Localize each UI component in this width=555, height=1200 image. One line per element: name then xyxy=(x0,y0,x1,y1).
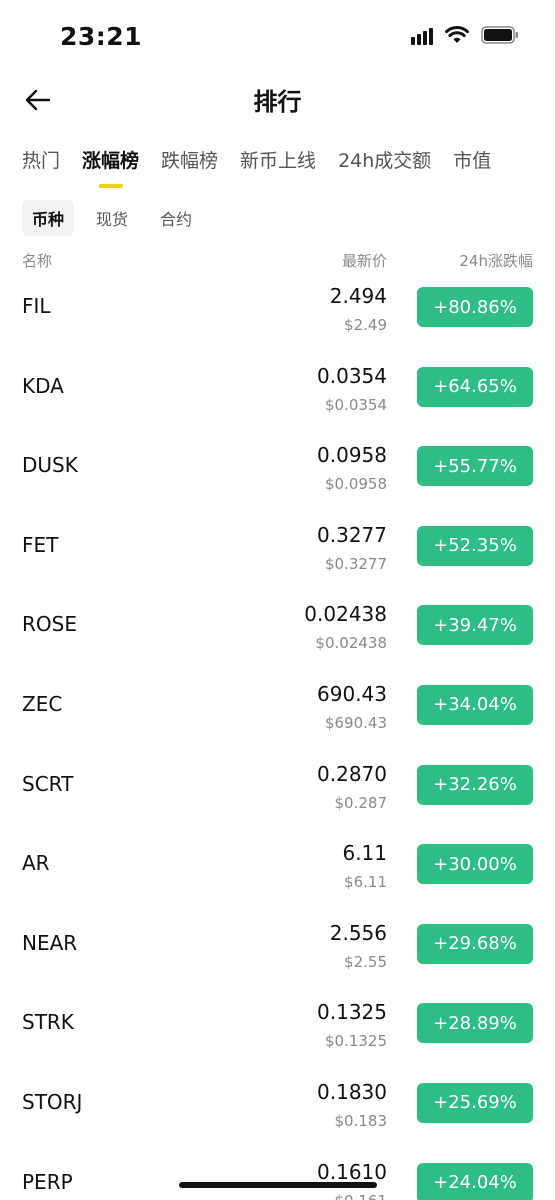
tab-gainers[interactable]: 涨幅榜 xyxy=(82,146,139,198)
last-price: 0.0958 xyxy=(317,443,387,468)
coin-symbol: STRK xyxy=(22,1010,74,1035)
price-usd: $0.3277 xyxy=(324,554,387,573)
last-price: 0.2870 xyxy=(317,761,387,786)
coin-symbol: FET xyxy=(22,532,59,557)
tab-24h-volume[interactable]: 24h成交额 xyxy=(338,146,431,198)
coin-symbol: AR xyxy=(22,851,50,876)
table-row[interactable]: NEAR 2.556 $2.55 +29.68% xyxy=(0,907,555,987)
column-change-header[interactable]: 24h涨跌幅 xyxy=(459,250,533,271)
change-badge: +52.35% xyxy=(417,525,533,566)
active-tab-indicator xyxy=(98,184,123,188)
change-badge: +24.04% xyxy=(417,1162,533,1200)
last-price: 0.1610 xyxy=(317,1159,387,1184)
change-badge: +28.89% xyxy=(417,1003,533,1044)
table-row[interactable]: STRK 0.1325 $0.1325 +28.89% xyxy=(0,986,555,1066)
change-badge: +39.47% xyxy=(417,605,533,646)
change-badge: +80.86% xyxy=(417,287,533,327)
table-row[interactable]: DUSK 0.0958 $0.0958 +55.77% xyxy=(0,429,555,509)
status-bar: 23:21 xyxy=(0,0,555,74)
ranking-list: FIL 2.494 $2.49 +80.86% KDA 0.0354 $0.03… xyxy=(0,270,555,1200)
wifi-icon xyxy=(445,26,469,44)
last-price: 690.43 xyxy=(317,681,387,706)
table-row[interactable]: ZEC 690.43 $690.43 +34.04% xyxy=(0,668,555,748)
column-name-header: 名称 xyxy=(22,252,53,270)
last-price: 0.0354 xyxy=(317,363,387,388)
coin-symbol: PERP xyxy=(22,1169,73,1194)
coin-symbol: ZEC xyxy=(22,691,63,716)
last-price: 6.11 xyxy=(342,841,387,866)
subtab-futures[interactable]: 合约 xyxy=(150,200,202,236)
market-type-filter: 币种 现货 合约 xyxy=(22,200,202,236)
last-price: 2.494 xyxy=(329,284,387,308)
price-usd: $2.55 xyxy=(344,952,387,971)
price-usd: $0.0354 xyxy=(324,395,387,414)
change-badge: +32.26% xyxy=(417,764,533,805)
price-usd: $690.43 xyxy=(324,713,387,732)
tab-gainers-label: 涨幅榜 xyxy=(82,150,140,172)
last-price: 0.1325 xyxy=(317,1000,387,1025)
price-usd: $6.11 xyxy=(344,873,387,892)
tab-market-cap[interactable]: 市值 xyxy=(453,146,491,198)
ranking-tabs: 热门 涨幅榜 跌幅榜 新币上线 24h成交额 市值 xyxy=(22,146,555,198)
subtab-coin[interactable]: 币种 xyxy=(22,200,75,236)
coin-symbol: STORJ xyxy=(22,1089,83,1114)
table-row[interactable]: FIL 2.494 $2.49 +80.86% xyxy=(0,270,555,350)
tab-losers[interactable]: 跌幅榜 xyxy=(161,146,218,198)
signal-icon xyxy=(411,25,433,45)
table-row[interactable]: STORJ 0.1830 $0.183 +25.69% xyxy=(0,1066,555,1146)
last-price: 0.1830 xyxy=(317,1079,387,1104)
table-row[interactable]: ROSE 0.02438 $0.02438 +39.47% xyxy=(0,588,555,668)
table-row[interactable]: FET 0.3277 $0.3277 +52.35% xyxy=(0,509,555,589)
table-row[interactable]: PERP 0.1610 $0.161 +24.04% xyxy=(0,1146,555,1200)
change-badge: +25.69% xyxy=(417,1082,533,1123)
header: 排行 xyxy=(0,74,555,124)
subtab-spot[interactable]: 现货 xyxy=(86,200,138,236)
status-icons xyxy=(411,25,519,45)
price-usd: $0.02438 xyxy=(315,634,387,653)
tab-new-listings[interactable]: 新币上线 xyxy=(240,146,316,198)
price-usd: $0.0958 xyxy=(324,475,387,494)
change-badge: +30.00% xyxy=(417,844,533,885)
change-badge: +29.68% xyxy=(417,923,533,964)
price-usd: $0.161 xyxy=(335,1192,388,1200)
last-price: 0.02438 xyxy=(304,602,387,627)
coin-symbol: NEAR xyxy=(22,930,78,955)
change-badge: +55.77% xyxy=(417,446,533,487)
table-row[interactable]: AR 6.11 $6.11 +30.00% xyxy=(0,827,555,907)
page-title: 排行 xyxy=(253,88,302,116)
price-usd: $0.1325 xyxy=(324,1032,387,1051)
last-price: 0.3277 xyxy=(317,522,387,547)
coin-symbol: SCRT xyxy=(22,771,74,796)
home-indicator[interactable] xyxy=(178,1182,377,1188)
price-usd: $0.183 xyxy=(334,1111,388,1130)
price-usd: $2.49 xyxy=(344,316,387,334)
status-time: 23:21 xyxy=(60,22,143,51)
coin-symbol: KDA xyxy=(22,373,64,398)
last-price: 2.556 xyxy=(329,920,387,945)
price-usd: $0.287 xyxy=(334,793,388,812)
coin-symbol: ROSE xyxy=(22,612,77,637)
change-badge: +34.04% xyxy=(417,684,533,725)
table-row[interactable]: KDA 0.0354 $0.0354 +64.65% xyxy=(0,350,555,430)
tab-hot[interactable]: 热门 xyxy=(22,146,60,198)
column-price-header[interactable]: 最新价 xyxy=(342,250,387,271)
battery-icon xyxy=(481,26,519,44)
coin-symbol: DUSK xyxy=(22,453,78,478)
table-row[interactable]: SCRT 0.2870 $0.287 +32.26% xyxy=(0,748,555,828)
change-badge: +64.65% xyxy=(417,366,533,407)
coin-symbol: FIL xyxy=(22,294,51,318)
